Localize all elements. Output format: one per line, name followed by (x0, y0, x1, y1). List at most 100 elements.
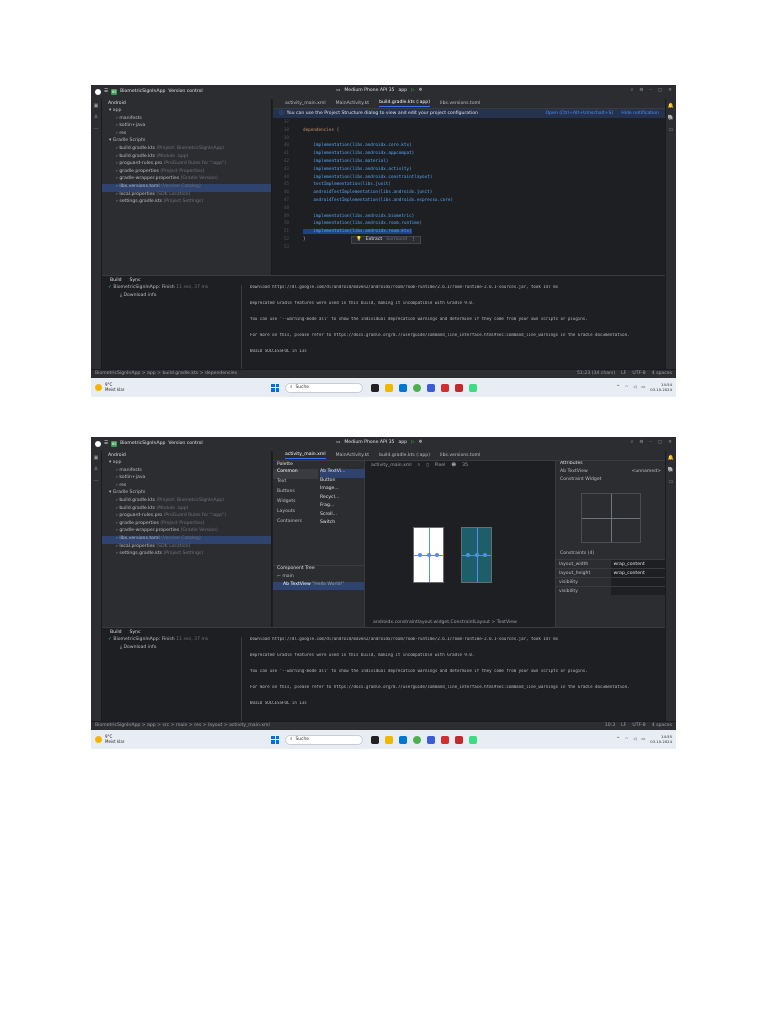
settings-gear-icon[interactable]: ⚙ (639, 440, 643, 446)
palette-widget[interactable]: Ab TextVi... (320, 469, 365, 478)
android-studio-taskbar-icon[interactable] (469, 735, 477, 744)
attribute-value[interactable] (610, 587, 665, 595)
tray-chevron-icon[interactable]: ^ (617, 736, 620, 742)
code-lines[interactable]: 37 38 dependencies {39 40 implementation(li… (273, 118, 665, 253)
netflix-icon[interactable] (441, 735, 449, 744)
code-line[interactable]: 42 implementation(libs.material) (273, 159, 665, 167)
palette-widget[interactable]: Button (320, 478, 365, 487)
code-line[interactable]: 37 (273, 120, 665, 128)
edge-icon[interactable] (399, 383, 407, 392)
taskbar-search[interactable]: ⌕ Suche (285, 734, 363, 745)
tree-item[interactable]: › kotlin+java (102, 475, 271, 483)
taskbar-search[interactable]: ⌕ Suche (285, 382, 363, 393)
open-project-structure-link[interactable]: Open (Ctrl+Alt+Umschalt+S) (545, 111, 613, 117)
gradle-tool-icon[interactable]: 🐘 (668, 467, 674, 473)
component-tree-root[interactable]: ⌐ main (273, 574, 364, 582)
line-separator[interactable]: LF (621, 371, 626, 377)
editor-tab[interactable]: activity_main.xml (285, 452, 326, 459)
project-tool-icon[interactable]: ▣ (94, 103, 99, 109)
commit-tool-icon[interactable]: ♙ (94, 466, 98, 472)
code-line[interactable]: 48 (273, 206, 665, 214)
code-line[interactable]: 51 implementation(libs.androidx.room.ktx… (273, 229, 665, 237)
indent-setting[interactable]: 4 spaces (652, 371, 672, 377)
store-icon[interactable] (427, 383, 435, 392)
palette-category[interactable]: Text (273, 479, 318, 489)
editor-tab[interactable]: activity_main.xml (285, 101, 326, 107)
android-studio-taskbar-icon[interactable] (469, 383, 477, 392)
editor-tab[interactable]: MainActivity.kt (336, 453, 369, 459)
notifications-icon[interactable]: 🔔 (668, 455, 674, 461)
palette-category[interactable]: Containers (273, 519, 318, 529)
code-line[interactable]: 38 dependencies { (273, 128, 665, 136)
main-menu-icon[interactable]: ☰ (104, 441, 108, 447)
tree-item[interactable]: › build.gradle.kts (Project: BiometricSi… (102, 498, 271, 506)
extract-action[interactable]: Extract (366, 237, 382, 243)
device-manager-icon[interactable]: ▭ (669, 479, 674, 485)
device-manager-icon[interactable]: ▭ (669, 127, 674, 133)
palette-widget[interactable]: Scroll... (320, 512, 365, 521)
sync-tab[interactable]: Sync (130, 278, 141, 284)
component-tree-textview[interactable]: Ab TextView "Hello World!" (273, 582, 364, 590)
constraint-widget-section[interactable]: Constraint Widget (556, 477, 665, 485)
cursor-position[interactable]: 51:23 (34 chars) (577, 371, 615, 377)
settings-gear-icon[interactable]: ⚙ (639, 88, 643, 94)
code-line[interactable]: 43 implementation(libs.androidx.activity… (273, 167, 665, 175)
run-config-selector[interactable]: app (398, 440, 407, 446)
tree-item[interactable]: › proguard-rules.pro (ProGuard Rules for… (102, 513, 271, 521)
debug-icon[interactable]: ✲ (419, 88, 423, 94)
palette-widget[interactable]: Switch (320, 520, 365, 529)
windows-start-icon[interactable] (271, 735, 279, 744)
tree-item[interactable]: › settings.gradle.kts (Project Settings) (102, 551, 271, 559)
file-explorer-icon[interactable] (385, 735, 393, 744)
code-line[interactable]: 53 (273, 245, 665, 253)
hide-notification-link[interactable]: Hide notification (621, 111, 659, 117)
run-config-selector[interactable]: app (398, 88, 407, 94)
code-line[interactable]: 50 implementation(libs.androidx.room.run… (273, 221, 665, 229)
code-line[interactable]: 45 testImplementation(libs.junit) (273, 182, 665, 190)
project-view-selector[interactable]: Android (102, 451, 271, 460)
editor-tab[interactable]: libs.versions.toml (440, 453, 480, 459)
tree-item[interactable]: › local.properties (SDK Location) (102, 192, 271, 200)
netflix-icon[interactable] (441, 383, 449, 392)
code-line[interactable]: 47 androidTestImplementation(libs.androi… (273, 198, 665, 206)
wifi-icon[interactable]: ◠ (625, 736, 629, 742)
tree-item[interactable]: › proguard-rules.pro (ProGuard Rules for… (102, 161, 271, 169)
chrome-icon[interactable] (413, 735, 421, 744)
minimize-icon[interactable]: – (650, 440, 652, 446)
cursor-position[interactable]: 10:3 (605, 723, 615, 729)
windows-start-icon[interactable] (271, 383, 279, 392)
debug-icon[interactable]: ✲ (419, 440, 423, 446)
device-selector[interactable]: Medium Phone API 35 (344, 440, 394, 446)
tray-chevron-icon[interactable]: ^ (617, 384, 620, 390)
editor-tab[interactable]: build.gradle.kts (:app) (379, 100, 431, 107)
palette-category[interactable]: Buttons (273, 489, 318, 499)
lightbulb-icon[interactable]: 💡 (356, 237, 362, 243)
main-menu-icon[interactable]: ☰ (104, 89, 108, 95)
device-selector[interactable]: Medium Phone API 35 (344, 88, 394, 94)
minimize-icon[interactable]: – (650, 88, 652, 94)
battery-icon[interactable]: ▭ (641, 736, 645, 742)
code-line[interactable]: 41 implementation(libs.androidx.appcompa… (273, 151, 665, 159)
project-view-selector[interactable]: Android (102, 99, 271, 108)
build-tab[interactable]: Build (110, 278, 122, 284)
version-control-menu[interactable]: Version control (168, 441, 202, 447)
attribute-value[interactable] (610, 578, 665, 586)
constraints-section[interactable]: Constraints (4) (556, 551, 665, 559)
volume-icon[interactable]: ◁ (633, 736, 636, 742)
task-view-icon[interactable] (371, 735, 379, 744)
notifications-icon[interactable]: 🔔 (668, 103, 674, 109)
palette-category[interactable]: Layouts (273, 509, 318, 519)
tree-item[interactable]: ▾ Gradle Scripts (102, 138, 271, 146)
search-icon[interactable]: ⌕ (631, 440, 634, 446)
project-name[interactable]: BiometricSignInApp (120, 89, 165, 95)
design-preview[interactable] (413, 527, 444, 583)
view-hierarchy-breadcrumb[interactable]: androidx.constraintlayout.widget.Constra… (365, 620, 555, 627)
project-name[interactable]: BiometricSignInApp (120, 441, 165, 447)
build-tree-root[interactable]: ✓ BiometricSignInApp: Finish 11 sec, 37 … (108, 285, 241, 293)
surround-action[interactable]: Surround (386, 237, 407, 243)
acrobat-icon[interactable] (455, 383, 463, 392)
task-view-icon[interactable] (371, 383, 379, 392)
tree-item[interactable]: ▾ app (102, 108, 271, 116)
clock[interactable]: 14:54 03.10.2024 (650, 382, 672, 392)
build-tab[interactable]: Build (110, 630, 122, 636)
